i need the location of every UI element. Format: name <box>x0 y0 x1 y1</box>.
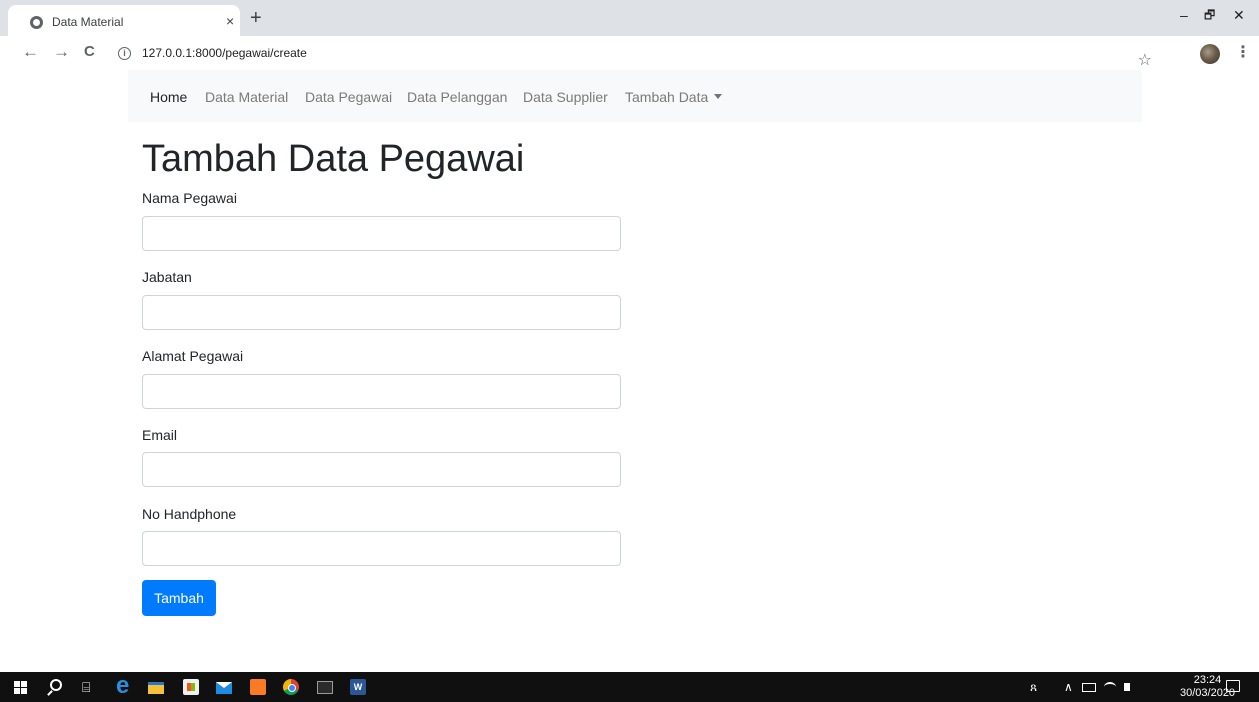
nav-tambah-data-dropdown[interactable]: Tambah Data <box>625 89 723 105</box>
nav-tambah-data-label: Tambah Data <box>625 89 709 105</box>
back-button[interactable]: ← <box>22 42 39 62</box>
forward-button[interactable]: → <box>53 42 70 62</box>
tab-strip: Data Material × + – 🗗 ✕ <box>0 0 1259 36</box>
address-bar[interactable]: i 127.0.0.1:8000/pegawai/create ☆ <box>108 40 1188 70</box>
caret-down-icon <box>714 93 723 99</box>
close-window-button[interactable]: ✕ <box>1233 6 1245 24</box>
tab-data-material[interactable]: Data Material × <box>8 5 240 36</box>
jabatan-label: Jabatan <box>142 269 192 285</box>
profile-avatar[interactable] <box>1200 44 1220 64</box>
globe-icon <box>30 16 43 29</box>
volume-icon[interactable] <box>1124 683 1130 691</box>
email-input[interactable] <box>142 452 621 487</box>
wifi-icon[interactable] <box>1104 682 1116 692</box>
show-hidden-icons-icon[interactable]: ∧ <box>1064 680 1073 694</box>
star-icon[interactable]: ☆ <box>1138 50 1152 70</box>
tab-title: Data Material <box>52 15 124 29</box>
tab-close-icon[interactable]: × <box>226 13 234 29</box>
nav-data-pelanggan[interactable]: Data Pelanggan <box>407 89 507 105</box>
url-text[interactable]: 127.0.0.1:8000/pegawai/create <box>142 46 307 60</box>
nama-pegawai-label: Nama Pegawai <box>142 190 237 206</box>
nama-pegawai-input[interactable] <box>142 216 621 251</box>
no-handphone-input[interactable] <box>142 531 621 566</box>
search-icon[interactable] <box>50 679 62 691</box>
new-tab-button[interactable]: + <box>250 8 262 28</box>
alamat-pegawai-input[interactable] <box>142 374 621 409</box>
taskbar: ⌸ e W ጸ ∧ 23:24 30/03/2020 <box>0 672 1259 702</box>
jabatan-input[interactable] <box>142 295 621 330</box>
nav-data-material[interactable]: Data Material <box>205 89 288 105</box>
browser-toolbar: ← → C i 127.0.0.1:8000/pegawai/create ☆ … <box>0 36 1259 70</box>
people-icon[interactable]: ጸ <box>1030 680 1037 694</box>
no-handphone-label: No Handphone <box>142 506 237 522</box>
task-view-icon[interactable]: ⌸ <box>82 679 98 695</box>
nav-home[interactable]: Home <box>150 89 187 105</box>
email-label: Email <box>142 427 178 443</box>
navbar: Home Data Material Data Pegawai Data Pel… <box>128 70 1142 122</box>
tambah-button[interactable]: Tambah <box>142 580 216 616</box>
chrome-icon[interactable] <box>283 679 299 695</box>
alamat-pegawai-label: Alamat Pegawai <box>142 348 244 364</box>
xampp-icon[interactable] <box>250 679 266 695</box>
menu-icon[interactable]: ⋮ <box>1235 44 1251 62</box>
file-explorer-icon[interactable] <box>148 682 164 694</box>
page-title: Tambah Data Pegawai <box>142 138 525 180</box>
nav-data-supplier[interactable]: Data Supplier <box>523 89 608 105</box>
cmd-icon[interactable] <box>317 681 333 694</box>
word-icon[interactable]: W <box>350 679 366 695</box>
minimize-button[interactable]: – <box>1180 6 1188 24</box>
mail-icon[interactable] <box>216 682 232 694</box>
windows-start-icon[interactable] <box>14 681 27 694</box>
edge-icon[interactable]: e <box>116 674 132 698</box>
info-icon[interactable]: i <box>118 47 131 60</box>
battery-icon[interactable] <box>1082 683 1096 692</box>
store-icon[interactable] <box>183 679 199 695</box>
reload-button[interactable]: C <box>84 42 95 62</box>
restore-button[interactable]: 🗗 <box>1204 6 1215 24</box>
notification-icon[interactable] <box>1226 680 1240 692</box>
nav-data-pegawai[interactable]: Data Pegawai <box>305 89 392 105</box>
